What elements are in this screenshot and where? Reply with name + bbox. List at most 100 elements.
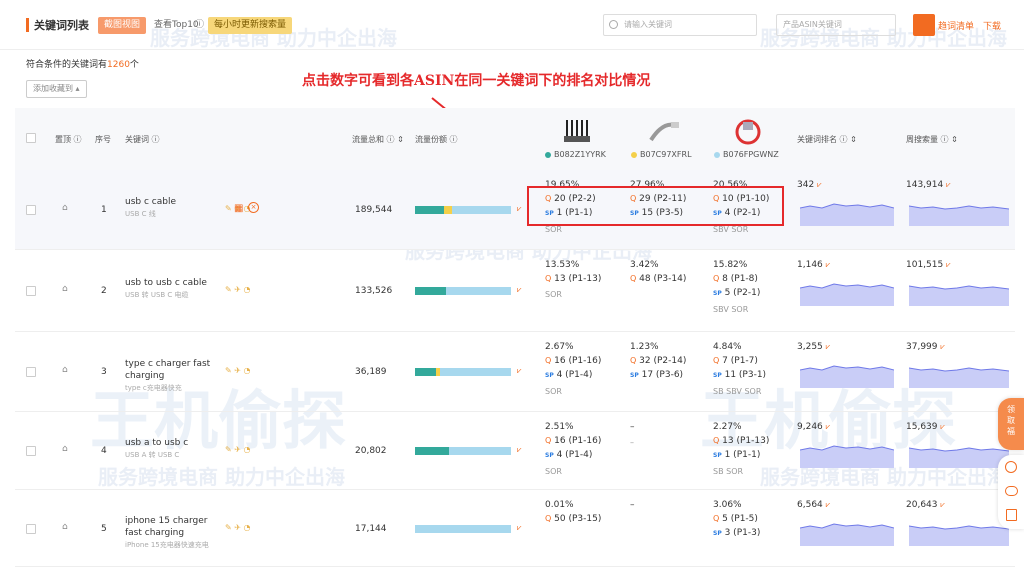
row-checkbox[interactable] [26,205,36,215]
pin-tag-icon[interactable]: ⌂ [62,522,68,532]
weekly-search-sparkline[interactable] [909,358,1009,388]
keyword-text[interactable]: type c charger fast charging [125,358,217,382]
col-volume[interactable]: 流量总和 ⓘ ⇕ [352,134,404,145]
col-kw-rank[interactable]: 关键词排名 ⓘ ⇕ [797,134,857,145]
keyword-action-icons[interactable]: ✎ ✈ ◔ [225,366,250,375]
row-checkbox[interactable] [26,446,36,456]
weekly-trend-icon[interactable]: ⩗ [940,500,945,509]
keyword-cell[interactable]: usb to usb c cable USB 转 USB C 电缆 [125,277,217,301]
row-checkbox[interactable] [26,286,36,296]
rank-trend-icon[interactable]: ⩗ [817,180,822,189]
benefit-button[interactable]: 领 取 福 [998,398,1024,450]
info-icon[interactable]: ⓘ [193,17,206,34]
traffic-share-bar[interactable] [415,447,511,455]
natural-rank[interactable]: Q 32 (P2-14) [630,354,686,368]
col-weekly-search[interactable]: 周搜索量 ⓘ ⇕ [906,134,958,145]
kw-rank-sparkline[interactable] [800,196,894,226]
natural-rank[interactable]: Q 13 (P1-13) [713,434,769,448]
weekly-trend-icon[interactable]: ⩗ [946,180,951,189]
keyword-action-icons[interactable]: ✎ ✈ ◔ [225,523,250,532]
weekly-search-sparkline[interactable] [909,516,1009,546]
table-row[interactable]: ⌂ 1 usb c cable USB C 线 ✎ ✈ ◔ 189,544 ⩗ 19.… [15,170,1015,250]
natural-rank[interactable]: Q 48 (P3-14) [630,272,686,286]
customer-service-icon[interactable] [1005,461,1017,473]
weekly-trend-icon[interactable]: ⩗ [946,260,951,269]
table-row[interactable]: ⌂ 3 type c charger fast charging type c充电… [15,332,1015,412]
sp-rank[interactable]: SP 5 (P2-1) [713,286,760,301]
share-trend-icon[interactable]: ⩗ [517,204,522,214]
weekly-search-value[interactable]: 15,639 ⩗ [906,422,945,432]
weekly-search-value[interactable]: 143,914 ⩗ [906,180,951,190]
share-trend-icon[interactable]: ⩗ [517,445,522,455]
weekly-search-sparkline[interactable] [909,196,1009,226]
sp-rank[interactable]: SP 3 (P1-3) [713,526,760,541]
traffic-share-bar[interactable] [415,525,511,533]
table-row[interactable]: ⌂ 4 usb a to usb c USB A 转 USB C ✎ ✈ ◔ 20,8… [15,412,1015,490]
keyword-cell[interactable]: type c charger fast charging type c充电器快充 [125,358,217,394]
chat-icon[interactable] [1005,486,1018,496]
rank-trend-icon[interactable]: ⩗ [826,260,831,269]
add-to-collection-button[interactable]: 添加收藏到 ▴ [26,80,87,98]
weekly-search-sparkline[interactable] [909,276,1009,306]
weekly-trend-icon[interactable]: ⩗ [940,342,945,351]
natural-rank[interactable]: Q 16 (P1-16) [545,434,601,448]
pin-tag-icon[interactable]: ⌂ [62,203,68,213]
asin-1-rank-cell[interactable]: 2.67% Q 16 (P1-16) SP 4 (P1-4) SOR [545,340,601,399]
asin-1-rank-cell[interactable]: 13.53% Q 13 (P1-13) SOR [545,258,601,302]
natural-rank[interactable]: Q 13 (P1-13) [545,272,601,286]
feedback-icon[interactable] [1006,509,1017,521]
asin-1-rank-cell[interactable]: 2.51% Q 16 (P1-16) SP 4 (P1-4) SOR [545,420,601,479]
sp-rank[interactable]: SP 4 (P1-4) [545,368,601,383]
traffic-share-bar[interactable] [415,206,511,214]
sp-rank[interactable]: SP 1 (P1-1) [713,448,769,463]
rank-trend-icon[interactable]: ⩗ [826,500,831,509]
keyword-cell[interactable]: usb c cable USB C 线 [125,196,217,220]
traffic-share-bar[interactable] [415,368,511,376]
select-all-checkbox[interactable] [26,133,36,143]
kw-rank-sparkline[interactable] [800,358,894,388]
keyword-cell[interactable]: iphone 15 charger fast charging iPhone 1… [125,515,217,551]
filter-button[interactable] [913,14,935,36]
rank-trend-icon[interactable]: ⩗ [826,422,831,431]
weekly-search-value[interactable]: 101,515 ⩗ [906,260,951,270]
share-trend-icon[interactable]: ⩗ [517,285,522,295]
sp-rank[interactable]: SP 17 (P3-6) [630,368,686,383]
rank-trend-icon[interactable]: ⩗ [826,342,831,351]
share-trend-icon[interactable]: ⩗ [517,523,522,533]
close-circle-icon[interactable]: × [248,202,259,213]
product-image-red-cable[interactable] [731,116,765,148]
kw-rank-value[interactable]: 1,146 ⩗ [797,260,830,270]
row-checkbox[interactable] [26,524,36,534]
sp-rank[interactable]: SP 4 (P1-4) [545,448,601,463]
asin-2-rank-cell[interactable]: – [630,498,635,512]
download-link[interactable]: 下载 [983,19,1001,32]
pin-tag-icon[interactable]: ⌂ [62,365,68,375]
share-trend-icon[interactable]: ⩗ [517,366,522,376]
asin-2-label[interactable]: B07C97XFRL [631,150,692,159]
row-checkbox[interactable] [26,367,36,377]
asin-3-label[interactable]: B076FPGWNZ [714,150,779,159]
asin-3-rank-cell[interactable]: 3.06% Q 5 (P1-5) SP 3 (P1-3) [713,498,760,541]
natural-rank[interactable]: Q 7 (P1-7) [713,354,766,368]
grid-icon[interactable]: ▦ [234,203,243,214]
kw-rank-sparkline[interactable] [800,438,894,468]
sp-rank[interactable]: SP 11 (P3-1) [713,368,766,383]
trend-list-link[interactable]: 趋词清单 [938,19,974,32]
keyword-text[interactable]: iphone 15 charger fast charging [125,515,217,539]
keyword-action-icons[interactable]: ✎ ✈ ◔ [225,285,250,294]
table-row[interactable]: ⌂ 5 iphone 15 charger fast charging iPhon… [15,490,1015,567]
asin-3-rank-cell[interactable]: 4.84% Q 7 (P1-7) SP 11 (P3-1) SB SBV SOR [713,340,766,399]
keyword-action-icons[interactable]: ✎ ✈ ◔ [225,445,250,454]
keyword-text[interactable]: usb a to usb c [125,437,217,449]
traffic-share-bar[interactable] [415,287,511,295]
kw-rank-value[interactable]: 3,255 ⩗ [797,342,830,352]
tab-screenshot-view[interactable]: 截图视图 [98,17,147,34]
asin-search-input[interactable]: 产品ASIN关键词 [776,14,896,36]
asin-3-rank-cell[interactable]: 2.27% Q 13 (P1-13) SP 1 (P1-1) SB SOR [713,420,769,479]
kw-rank-value[interactable]: 6,564 ⩗ [797,500,830,510]
keyword-text[interactable]: usb to usb c cable [125,277,217,289]
table-row[interactable]: ⌂ 2 usb to usb c cable USB 转 USB C 电缆 ✎ ✈ … [15,250,1015,332]
pin-tag-icon[interactable]: ⌂ [62,284,68,294]
weekly-trend-icon[interactable]: ⩗ [940,422,945,431]
pin-tag-icon[interactable]: ⌂ [62,444,68,454]
